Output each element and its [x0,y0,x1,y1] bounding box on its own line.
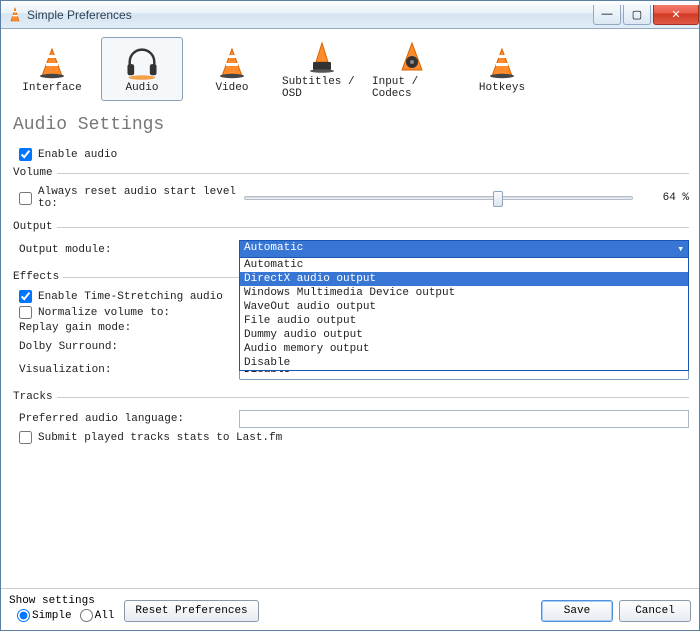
close-button[interactable]: ✕ [653,5,699,25]
enable-audio-checkbox[interactable] [19,148,32,161]
output-module-dropdown[interactable]: Automatic ▾ Automatic DirectX audio outp… [239,240,689,371]
tracks-group: Tracks Preferred audio language: Submit … [11,391,689,449]
cancel-button[interactable]: Cancel [619,600,691,622]
chevron-down-icon: ▾ [677,242,684,256]
pref-lang-input[interactable] [239,410,689,428]
visualization-label: Visualization: [11,364,239,376]
category-input-codecs[interactable]: Input / Codecs [371,37,453,101]
dropdown-item[interactable]: WaveOut audio output [240,300,688,314]
vlc-icon [7,7,23,23]
category-label: Hotkeys [479,82,525,94]
save-button[interactable]: Save [541,600,613,622]
category-label: Input / Codecs [372,76,452,100]
category-label: Video [215,82,248,94]
dolby-label: Dolby Surround: [11,341,239,353]
minimize-button[interactable]: — [593,5,621,25]
volume-group: Volume Always reset audio start level to… [11,167,689,215]
category-label: Interface [22,82,81,94]
category-bar: Interface Audio Video Subtitles / OSD In… [11,37,689,101]
content: Interface Audio Video Subtitles / OSD In… [1,29,699,588]
dropdown-item[interactable]: DirectX audio output [240,272,688,286]
output-group: Output Output module: Automatic ▾ Automa… [11,221,689,265]
output-module-label: Output module: [11,244,239,256]
pref-lang-label: Preferred audio language: [11,413,239,425]
replay-gain-label: Replay gain mode: [11,322,239,334]
time-stretch-checkbox[interactable] [19,290,32,303]
all-label: All [95,610,115,622]
category-video[interactable]: Video [191,37,273,101]
titlebar: Simple Preferences — ▢ ✕ [1,1,699,29]
simple-label: Simple [32,610,72,622]
volume-legend: Volume [11,167,57,179]
cone-icon [393,38,431,76]
time-stretch-label: Enable Time-Stretching audio [38,291,223,303]
category-audio[interactable]: Audio [101,37,183,101]
dropdown-item[interactable]: Dummy audio output [240,328,688,342]
normalize-checkbox[interactable] [19,306,32,319]
category-label: Subtitles / OSD [282,76,362,100]
dropdown-item[interactable]: Windows Multimedia Device output [240,286,688,300]
output-legend: Output [11,221,57,233]
enable-audio-label: Enable audio [38,149,117,161]
volume-value: 64 % [639,192,689,204]
slider-thumb[interactable] [493,191,503,207]
dropdown-selected-text: Automatic [244,242,303,256]
effects-legend: Effects [11,271,63,283]
cone-icon [213,44,251,82]
dropdown-item[interactable]: Audio memory output [240,342,688,356]
category-label: Audio [125,82,158,94]
form-area: Enable audio Volume Always reset audio s… [11,145,689,588]
all-radio[interactable] [80,609,93,622]
cone-icon [33,44,71,82]
page-title: Audio Settings [13,115,689,135]
category-subtitles-osd[interactable]: Subtitles / OSD [281,37,363,101]
window-title: Simple Preferences [27,8,591,22]
window: Simple Preferences — ▢ ✕ Interface Audio… [0,0,700,631]
volume-slider[interactable] [244,196,633,200]
dropdown-selected[interactable]: Automatic ▾ [240,241,688,258]
category-interface[interactable]: Interface [11,37,93,101]
category-hotkeys[interactable]: Hotkeys [461,37,543,101]
always-reset-label: Always reset audio start level to: [38,186,244,210]
reset-preferences-button[interactable]: Reset Preferences [124,600,258,622]
dropdown-item[interactable]: Automatic [240,258,688,272]
normalize-label: Normalize volume to: [38,307,170,319]
dropdown-item[interactable]: Disable [240,356,688,370]
lastfm-label: Submit played tracks stats to Last.fm [38,432,282,444]
simple-radio[interactable] [17,609,30,622]
headphones-icon [123,44,161,82]
lastfm-checkbox[interactable] [19,431,32,444]
bottom-bar: Show settings Simple All Reset Preferenc… [1,588,699,630]
tracks-legend: Tracks [11,391,57,403]
maximize-button[interactable]: ▢ [623,5,651,25]
dropdown-item[interactable]: File audio output [240,314,688,328]
cone-icon [483,44,521,82]
always-reset-checkbox[interactable] [19,192,32,205]
show-settings-label: Show settings [9,595,114,607]
cone-icon [303,38,341,76]
